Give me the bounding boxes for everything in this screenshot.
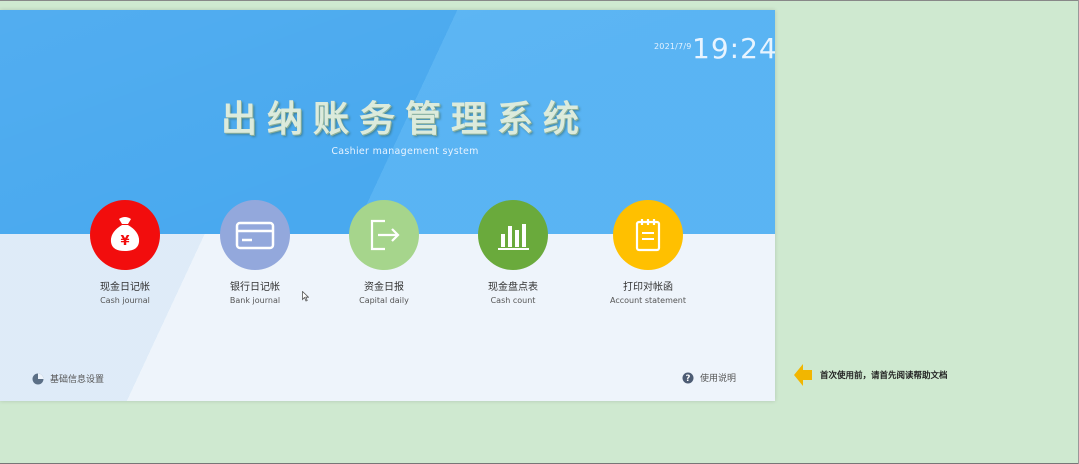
svg-text:¥: ¥ [120, 234, 129, 249]
module-cash-count[interactable]: 现金盘点表 Cash count [453, 200, 573, 305]
module-label: 现金盘点表 [488, 282, 538, 293]
module-bank-journal-circle[interactable] [220, 200, 290, 270]
module-cash-journal-circle[interactable]: ¥ [90, 200, 160, 270]
module-account-statement-circle[interactable] [613, 200, 683, 270]
help-icon: ? [682, 372, 694, 384]
module-label-en: Account statement [609, 296, 687, 305]
app-subtitle: Cashier management system [331, 146, 479, 157]
module-capital-daily[interactable]: 资金日报 Capital daily [324, 200, 444, 305]
module-label: 现金日记帐 [100, 282, 150, 293]
module-label-en: Capital daily [359, 296, 409, 305]
help-tip: 首次使用前，请首先阅读帮助文档 [794, 364, 948, 386]
help-tip-text: 首次使用前，请首先阅读帮助文档 [820, 371, 948, 381]
bank-card-icon [235, 221, 275, 250]
settings-label: 基础信息设置 [50, 375, 105, 385]
bar-chart-icon [498, 224, 529, 250]
module-label-en: Cash count [490, 296, 536, 305]
module-account-statement[interactable]: 打印对帐函 Account statement [588, 200, 708, 305]
module-label: 资金日报 [364, 282, 404, 293]
module-cash-journal[interactable]: ¥ 现金日记帐 Cash journal [65, 200, 185, 305]
date-display: 2021/7/9 [654, 42, 692, 51]
module-cash-count-circle[interactable] [478, 200, 548, 270]
pie-chart-icon [32, 373, 44, 384]
app-window: 2021/7/9 19:24 出纳账务管理系统 Cashier manageme… [0, 10, 775, 401]
module-label-en: Bank journal [229, 296, 281, 305]
export-arrow-icon [370, 219, 400, 251]
clipboard-icon [635, 219, 661, 252]
module-capital-daily-circle[interactable] [349, 200, 419, 270]
module-bank-journal[interactable]: 银行日记帐 Bank journal [195, 200, 315, 305]
help-label: 使用说明 [700, 374, 737, 384]
mouse-cursor-icon [302, 291, 309, 302]
clock-display: 19:24 [692, 32, 775, 65]
module-label: 银行日记帐 [230, 282, 280, 293]
settings-link[interactable]: 基础信息设置 [32, 372, 104, 385]
svg-text:?: ? [686, 374, 691, 384]
help-link[interactable]: ? 使用说明 [682, 371, 736, 384]
module-label-en: Cash journal [100, 296, 150, 305]
module-label: 打印对帐函 [623, 282, 673, 293]
money-bag-icon: ¥ [110, 217, 140, 251]
frame-top-border [0, 0, 1079, 1]
app-title: 出纳账务管理系统 [220, 99, 589, 140]
arrow-left-icon [794, 364, 812, 386]
